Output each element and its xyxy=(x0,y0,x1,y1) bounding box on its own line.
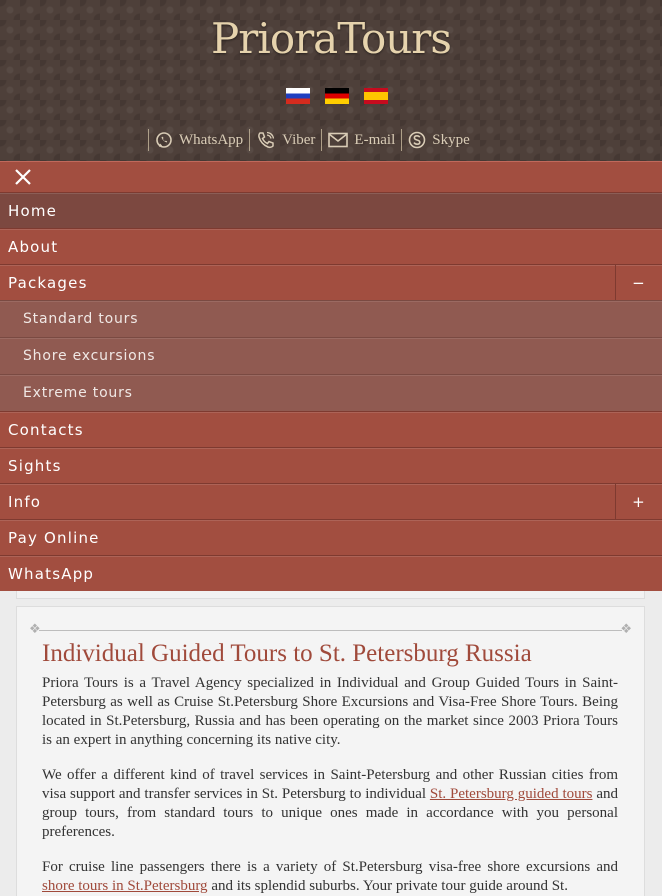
email-link[interactable]: E-mail xyxy=(322,132,401,149)
paragraph-text: and its splendid suburbs. Your private t… xyxy=(207,878,568,894)
panel-edge xyxy=(16,591,645,599)
packages-collapse-toggle[interactable]: − xyxy=(615,265,662,300)
menu-close-button[interactable] xyxy=(0,161,662,192)
services-paragraph: We offer a different kind of travel serv… xyxy=(42,766,618,842)
info-expand-toggle[interactable]: + xyxy=(615,484,662,519)
submenu-item-shore-excursions[interactable]: Shore excursions xyxy=(0,337,662,374)
flag-germany-icon[interactable] xyxy=(325,88,349,104)
menu-item-pay-online[interactable]: Pay Online xyxy=(0,519,662,555)
email-label: E-mail xyxy=(354,131,396,148)
whatsapp-icon xyxy=(156,132,172,148)
viber-link[interactable]: Viber xyxy=(250,130,321,150)
menu-item-label: Packages xyxy=(8,273,88,292)
site-logo[interactable]: PrioraTours xyxy=(0,14,662,63)
guided-tours-link[interactable]: St. Petersburg guided tours xyxy=(430,786,593,802)
menu-item-contacts[interactable]: Contacts xyxy=(0,411,662,447)
submenu-item-label: Extreme tours xyxy=(23,385,133,401)
menu-item-about[interactable]: About xyxy=(0,228,662,264)
ornament-divider: ❖ ❖ xyxy=(29,621,632,636)
menu-item-label: Home xyxy=(8,201,58,220)
divider xyxy=(148,129,149,151)
whatsapp-link[interactable]: WhatsApp xyxy=(149,131,249,149)
menu-item-whatsapp[interactable]: WhatsApp xyxy=(0,555,662,591)
menu-item-home[interactable]: Home xyxy=(0,192,662,228)
content-card: ❖ ❖ Individual Guided Tours to St. Peter… xyxy=(16,606,645,896)
menu-item-label: WhatsApp xyxy=(8,564,95,583)
submenu-item-standard-tours[interactable]: Standard tours xyxy=(0,300,662,337)
submenu-item-extreme-tours[interactable]: Extreme tours xyxy=(0,374,662,411)
contact-bar: WhatsApp Viber E-mail Skype xyxy=(148,128,476,152)
language-switcher xyxy=(286,88,388,104)
cruise-paragraph: For cruise line passengers there is a va… xyxy=(42,858,618,896)
skype-label: Skype xyxy=(432,131,470,148)
viber-label: Viber xyxy=(282,131,316,148)
divider xyxy=(249,129,251,151)
menu-item-info[interactable]: Info + xyxy=(0,483,662,519)
divider xyxy=(401,129,403,151)
submenu-item-label: Standard tours xyxy=(23,311,139,327)
paragraph-text: For cruise line passengers there is a va… xyxy=(42,859,618,875)
close-icon xyxy=(15,169,31,185)
site-header: PrioraTours WhatsApp Viber E-mail Skype xyxy=(0,0,662,161)
skype-link[interactable]: Skype xyxy=(402,131,476,149)
main-content: ❖ ❖ Individual Guided Tours to St. Peter… xyxy=(0,591,662,896)
mobile-menu: Home About Packages − Standard tours Sho… xyxy=(0,161,662,591)
divider xyxy=(321,129,323,151)
menu-item-sights[interactable]: Sights xyxy=(0,447,662,483)
menu-item-label: Contacts xyxy=(8,420,84,439)
menu-item-packages[interactable]: Packages − xyxy=(0,264,662,300)
skype-icon xyxy=(408,131,426,149)
whatsapp-label: WhatsApp xyxy=(179,131,244,148)
menu-item-label: Pay Online xyxy=(8,528,100,547)
flag-russia-icon[interactable] xyxy=(286,88,310,104)
flag-spain-icon[interactable] xyxy=(364,88,388,104)
submenu-item-label: Shore excursions xyxy=(23,348,156,364)
menu-item-label: Sights xyxy=(8,456,62,475)
viber-icon xyxy=(258,131,275,149)
envelope-icon xyxy=(328,132,349,148)
ornament-right-icon: ❖ xyxy=(620,621,632,636)
page-title: Individual Guided Tours to St. Petersbur… xyxy=(42,640,532,667)
shore-tours-link[interactable]: shore tours in St.Petersburg xyxy=(42,878,208,894)
menu-item-label: About xyxy=(8,237,59,256)
menu-item-label: Info xyxy=(8,492,42,511)
intro-paragraph: Priora Tours is a Travel Agency speciali… xyxy=(42,675,618,748)
ornament-left-icon: ❖ xyxy=(29,621,41,636)
